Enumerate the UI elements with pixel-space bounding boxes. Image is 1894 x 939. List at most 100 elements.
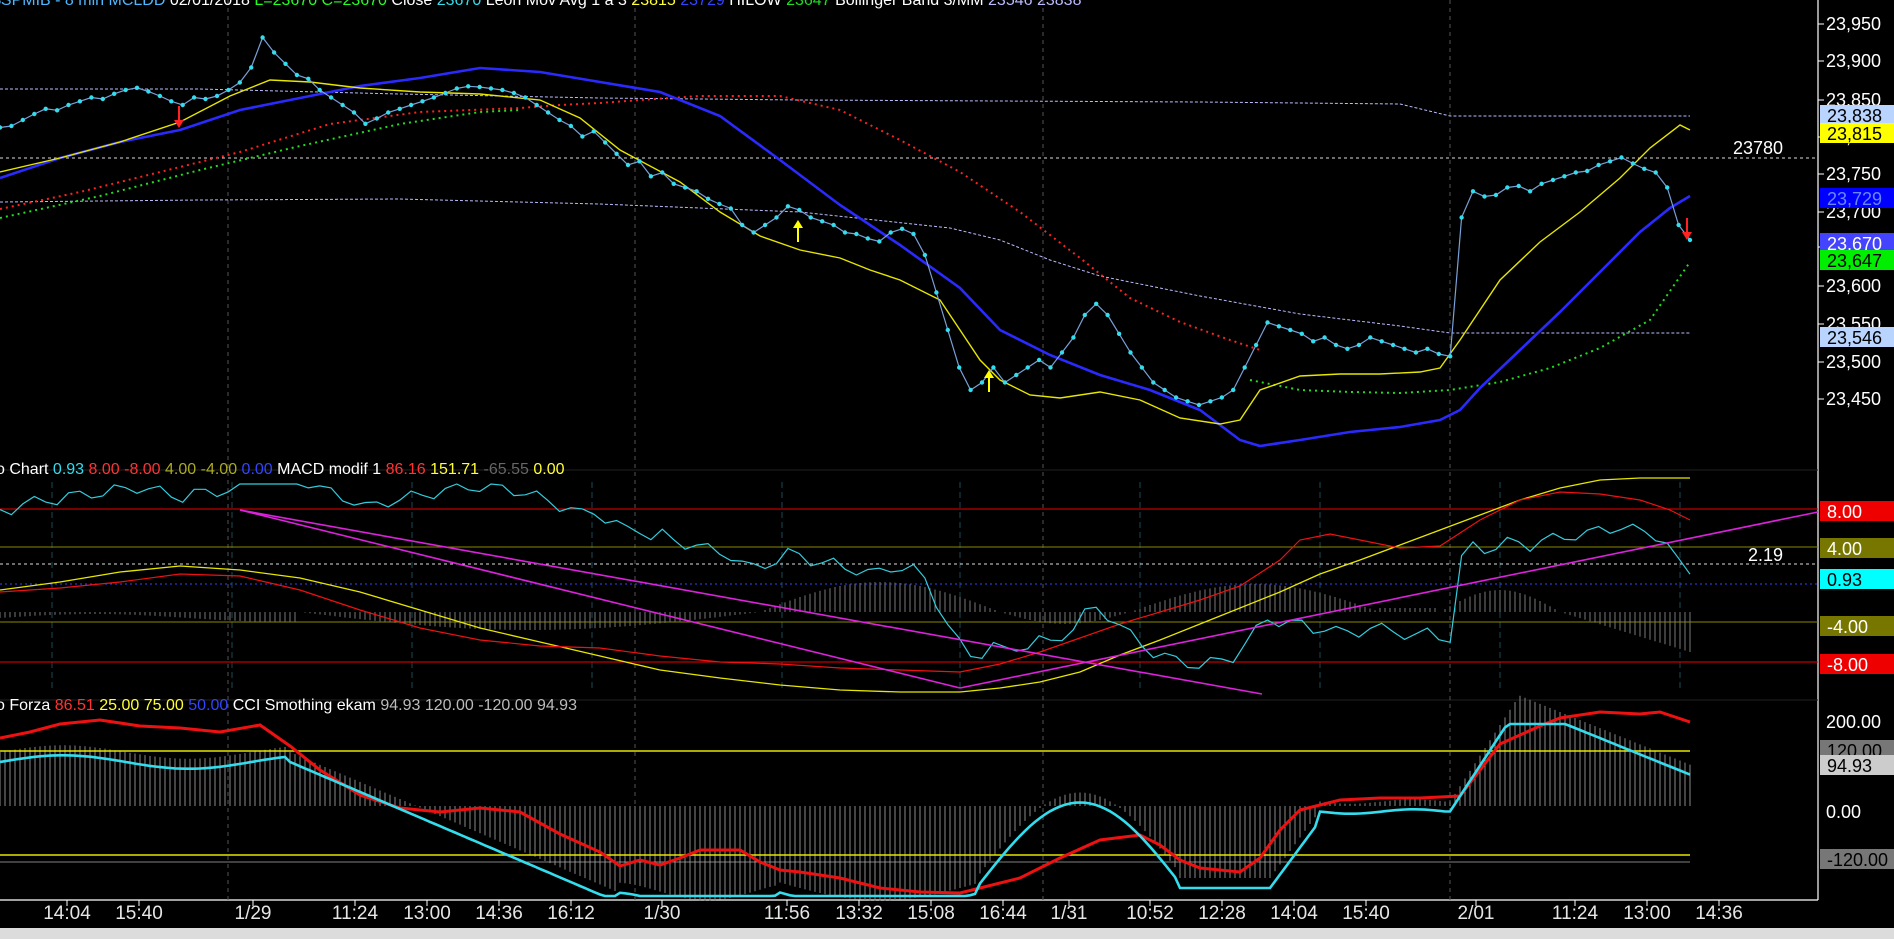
legend-item: HILOW (729, 0, 782, 9)
close-point (1607, 159, 1613, 164)
legend-item: MCLDD (108, 0, 165, 9)
time-label: 14:36 (1695, 903, 1743, 924)
close-point (260, 35, 265, 40)
close-point (1242, 365, 1247, 370)
time-label: 2/01 (1458, 903, 1495, 924)
close-point (1094, 301, 1099, 306)
legend-item: Leon Mov Avg 1 a 3 (486, 0, 627, 9)
close-point (534, 102, 539, 108)
close-point (477, 84, 482, 90)
close-point (1162, 387, 1167, 393)
close-point (1128, 350, 1133, 355)
close-point (1196, 402, 1202, 408)
close-point (226, 87, 231, 93)
close-point (1231, 387, 1236, 393)
value-badge-label: 0.93 (1827, 570, 1862, 590)
trading-chart[interactable]: 23780 $SPMIB - 8 min MCLDD 02/01/2018 L=… (0, 0, 1894, 939)
close-point (899, 226, 905, 231)
close-point (831, 222, 836, 228)
close-point (603, 140, 608, 145)
close-point (1516, 183, 1521, 189)
cci-tick: 200.00 (1826, 712, 1881, 732)
legend-item: CCI Smothing ekam (233, 697, 376, 714)
macd-panel[interactable]: o Chart 0.93 8.00 -8.00 4.00 -4.00 0.00 … (0, 461, 1894, 695)
reference-line-label: 23780 (1733, 138, 1783, 158)
close-point (317, 87, 322, 93)
legend-item: 120.00 (425, 697, 474, 714)
trendlines (239, 509, 1819, 695)
fast-moving-average (0, 79, 1691, 425)
close-point (717, 201, 722, 207)
close-point (1151, 380, 1156, 385)
time-label: 16:44 (979, 903, 1027, 924)
legend-item: 86.51 (55, 697, 95, 714)
price-tick: 23,450 (1826, 389, 1881, 409)
time-label: 14:04 (43, 903, 91, 924)
close-point (842, 230, 848, 235)
bollinger-lower-band (0, 198, 1690, 334)
close-point (911, 231, 916, 237)
close-point (1402, 346, 1407, 351)
legend-item: 50.00 (188, 697, 228, 714)
close-point (774, 215, 779, 220)
close-point (957, 365, 962, 370)
macd-histogram (0, 582, 1691, 652)
value-badge-label: 23,546 (1827, 328, 1882, 348)
legend-item: 151.71 (430, 461, 479, 478)
time-label: 15:08 (907, 903, 955, 924)
close-point (351, 110, 357, 115)
close-point (180, 102, 185, 108)
close-point (751, 230, 756, 235)
close-point (89, 95, 94, 100)
legend-item: -65.55 (484, 461, 529, 478)
close-price-line (0, 35, 1693, 408)
close-point (77, 99, 83, 104)
close-point (1550, 177, 1556, 183)
close-point (1253, 342, 1259, 348)
close-point (922, 252, 928, 258)
close-point (580, 134, 585, 139)
legend-item: 23815 (631, 0, 676, 9)
close-point (397, 106, 402, 112)
close-point (1425, 346, 1430, 351)
price-panel[interactable]: 23780 $SPMIB - 8 min MCLDD 02/01/2018 L=… (0, 0, 1894, 448)
close-point (237, 80, 242, 85)
price-axis: 23,95023,90023,85023,80023,75023,70023,6… (1818, 14, 1881, 409)
legend-item: 23838 (1037, 0, 1082, 9)
close-point (500, 87, 505, 93)
cci-panel[interactable]: o Forza 86.51 25.00 75.00 50.00 CCI Smot… (0, 695, 1894, 901)
cci-tick: 0.00 (1826, 802, 1861, 822)
close-point (1208, 399, 1213, 404)
time-label: 13:32 (835, 903, 883, 924)
close-point (1002, 380, 1008, 385)
close-point (1116, 331, 1122, 336)
close-point (625, 162, 631, 168)
close-point (249, 65, 254, 70)
legend-item: 25.00 (99, 697, 139, 714)
close-point (9, 123, 14, 129)
legend-item: MACD modif 1 (277, 461, 381, 478)
close-point (1311, 339, 1316, 344)
close-point (1219, 395, 1225, 400)
legend-item: 02/01/2018 (170, 0, 250, 9)
close-point (1322, 335, 1327, 340)
legend-item: o Chart (0, 461, 49, 478)
close-point (283, 61, 288, 66)
close-point (54, 108, 60, 113)
close-point (648, 174, 654, 179)
close-point (1048, 365, 1053, 370)
macd-legend: o Chart 0.93 8.00 -8.00 4.00 -4.00 0.00 … (0, 461, 565, 478)
buy-arrow-icon (793, 220, 803, 242)
close-point (1585, 168, 1590, 174)
close-point (488, 86, 494, 91)
close-point (1265, 320, 1270, 325)
close-point (979, 380, 985, 385)
close-point (660, 170, 665, 175)
legend-item: -4.00 (201, 461, 238, 478)
legend-item: 94.93 (537, 697, 577, 714)
close-point (705, 196, 711, 201)
close-point (1527, 189, 1533, 194)
time-label: 1/30 (644, 903, 681, 924)
close-point (123, 87, 128, 93)
close-point (0, 125, 3, 130)
